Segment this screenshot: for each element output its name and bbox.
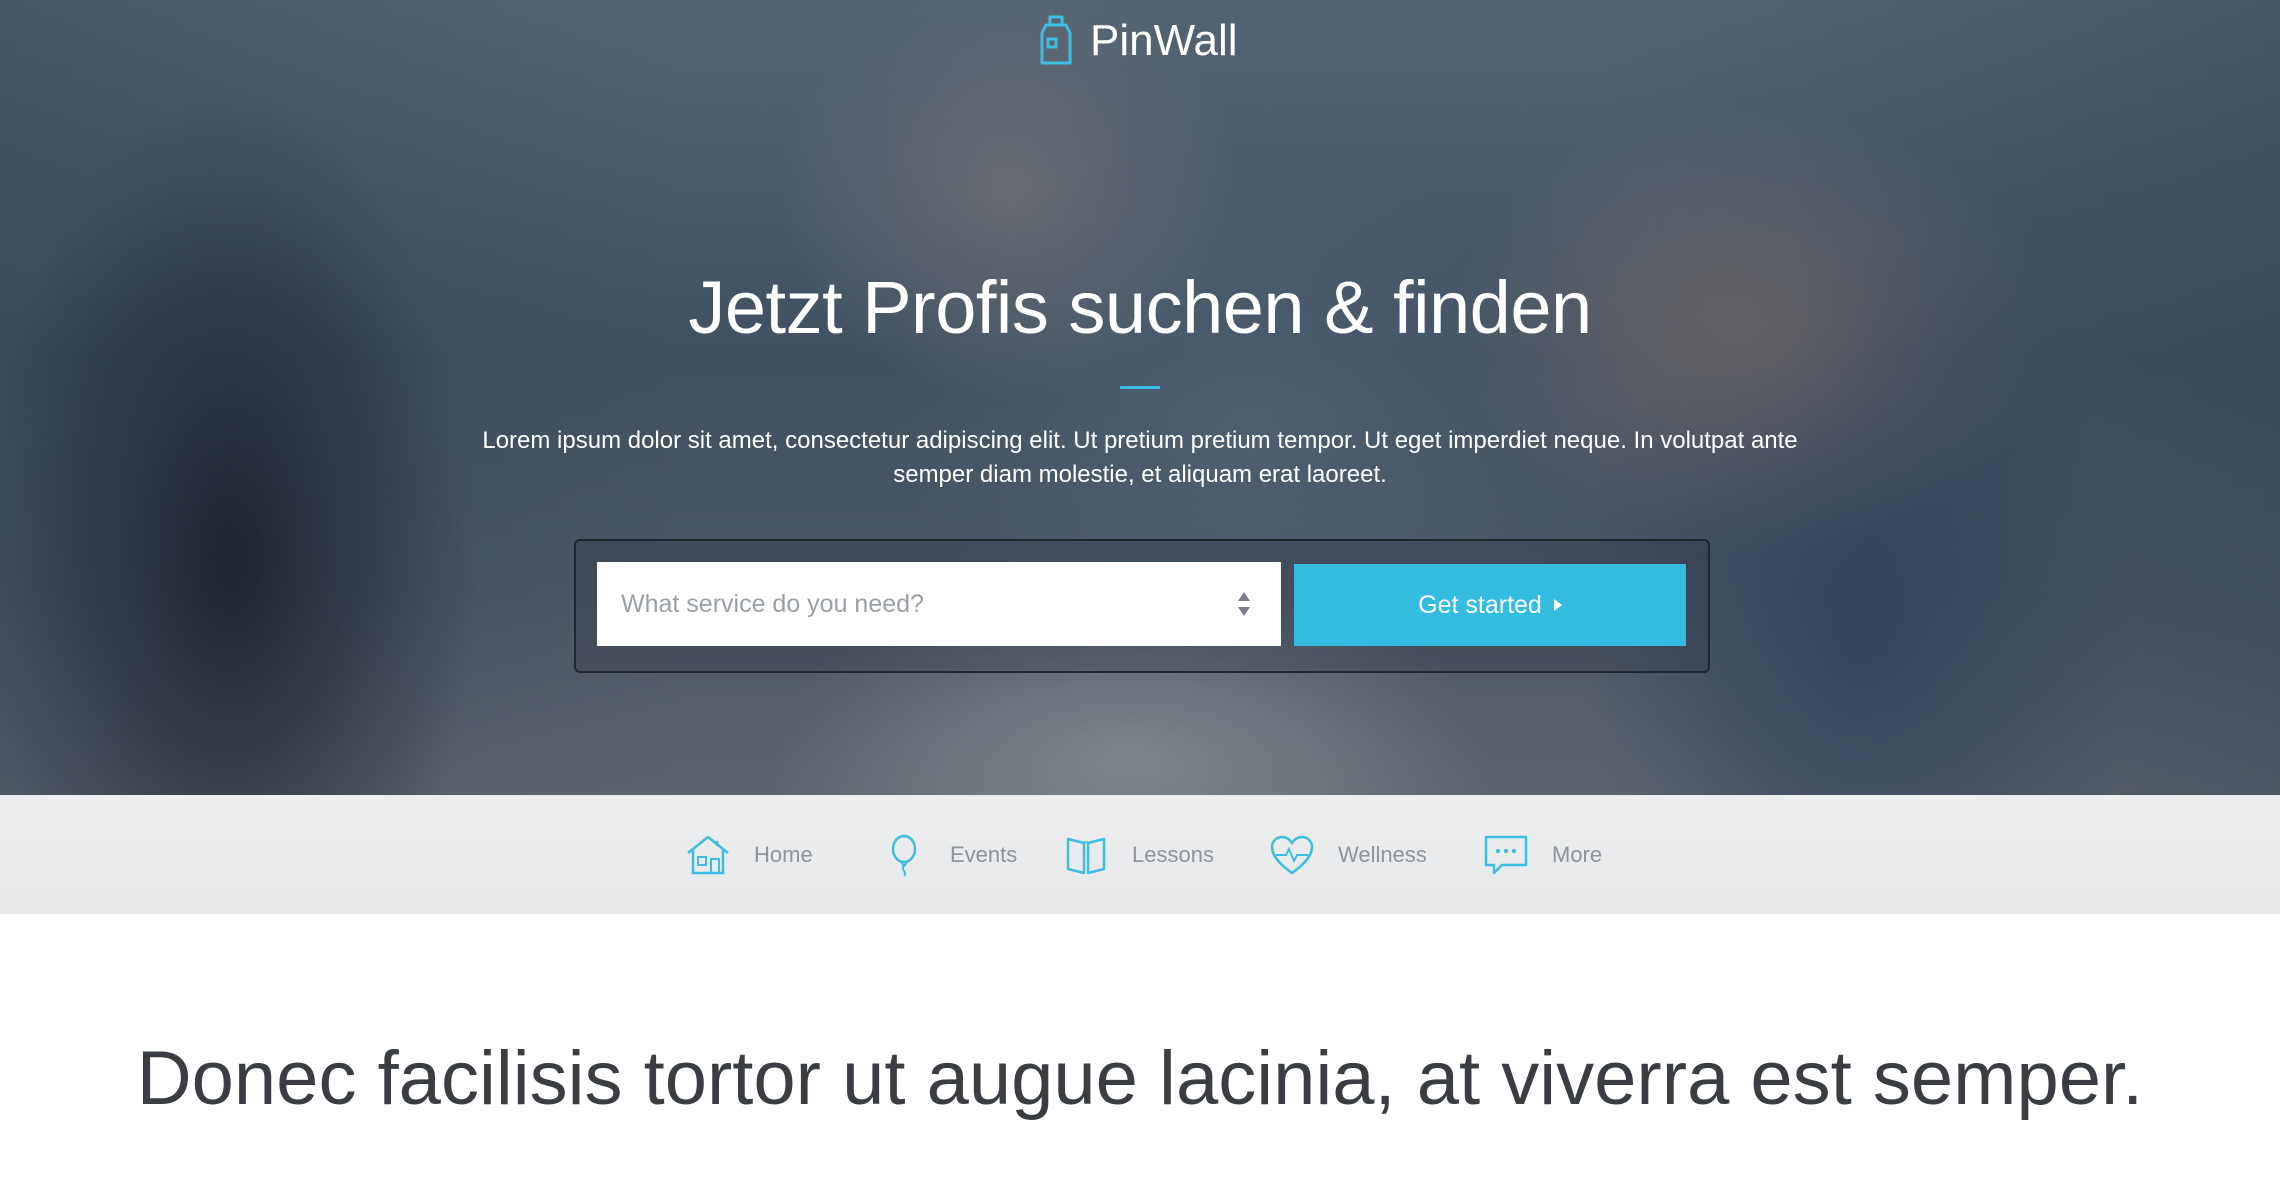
category-label: Wellness xyxy=(1338,841,1427,867)
hero-title: Jetzt Profis suchen & finden xyxy=(688,266,1592,349)
category-label: Events xyxy=(950,841,1018,867)
chat-bubble-icon xyxy=(1484,835,1528,874)
pin-logo-icon xyxy=(1040,15,1072,65)
service-search-form: What service do you need? Get started xyxy=(574,539,1710,673)
book-icon xyxy=(1066,837,1106,874)
category-label: Lessons xyxy=(1132,841,1214,867)
section-title: Donec facilisis tortor ut augue lacinia,… xyxy=(136,1036,2144,1121)
balloon-icon xyxy=(891,834,917,877)
hero-description: Lorem ipsum dolor sit amet, consectetur … xyxy=(482,427,1798,488)
title-divider xyxy=(1120,386,1160,389)
heart-pulse-icon xyxy=(1270,835,1314,875)
service-select-placeholder: What service do you need? xyxy=(621,589,924,618)
category-wellness[interactable]: Wellness xyxy=(1268,795,1427,914)
select-arrows-icon xyxy=(1238,592,1250,616)
brand-logo[interactable]: PinWall xyxy=(1036,10,1238,72)
get-started-label: Get started xyxy=(1418,590,1542,619)
category-bar: Home Events Lessons Wellness More xyxy=(0,795,2280,914)
category-lessons[interactable]: Lessons xyxy=(1062,795,1214,914)
get-started-button[interactable]: Get started xyxy=(1294,564,1686,646)
category-events[interactable]: Events xyxy=(880,795,1017,914)
service-select[interactable]: What service do you need? xyxy=(597,562,1281,646)
category-more[interactable]: More xyxy=(1482,795,1602,914)
hero-section: PinWall Jetzt Profis suchen & finden Lor… xyxy=(0,0,2280,795)
play-arrow-icon xyxy=(1553,599,1562,611)
category-label: Home xyxy=(754,841,813,867)
category-home[interactable]: Home xyxy=(684,795,813,914)
brand-name: PinWall xyxy=(1090,16,1238,65)
house-icon xyxy=(687,835,729,874)
category-label: More xyxy=(1552,841,1603,867)
